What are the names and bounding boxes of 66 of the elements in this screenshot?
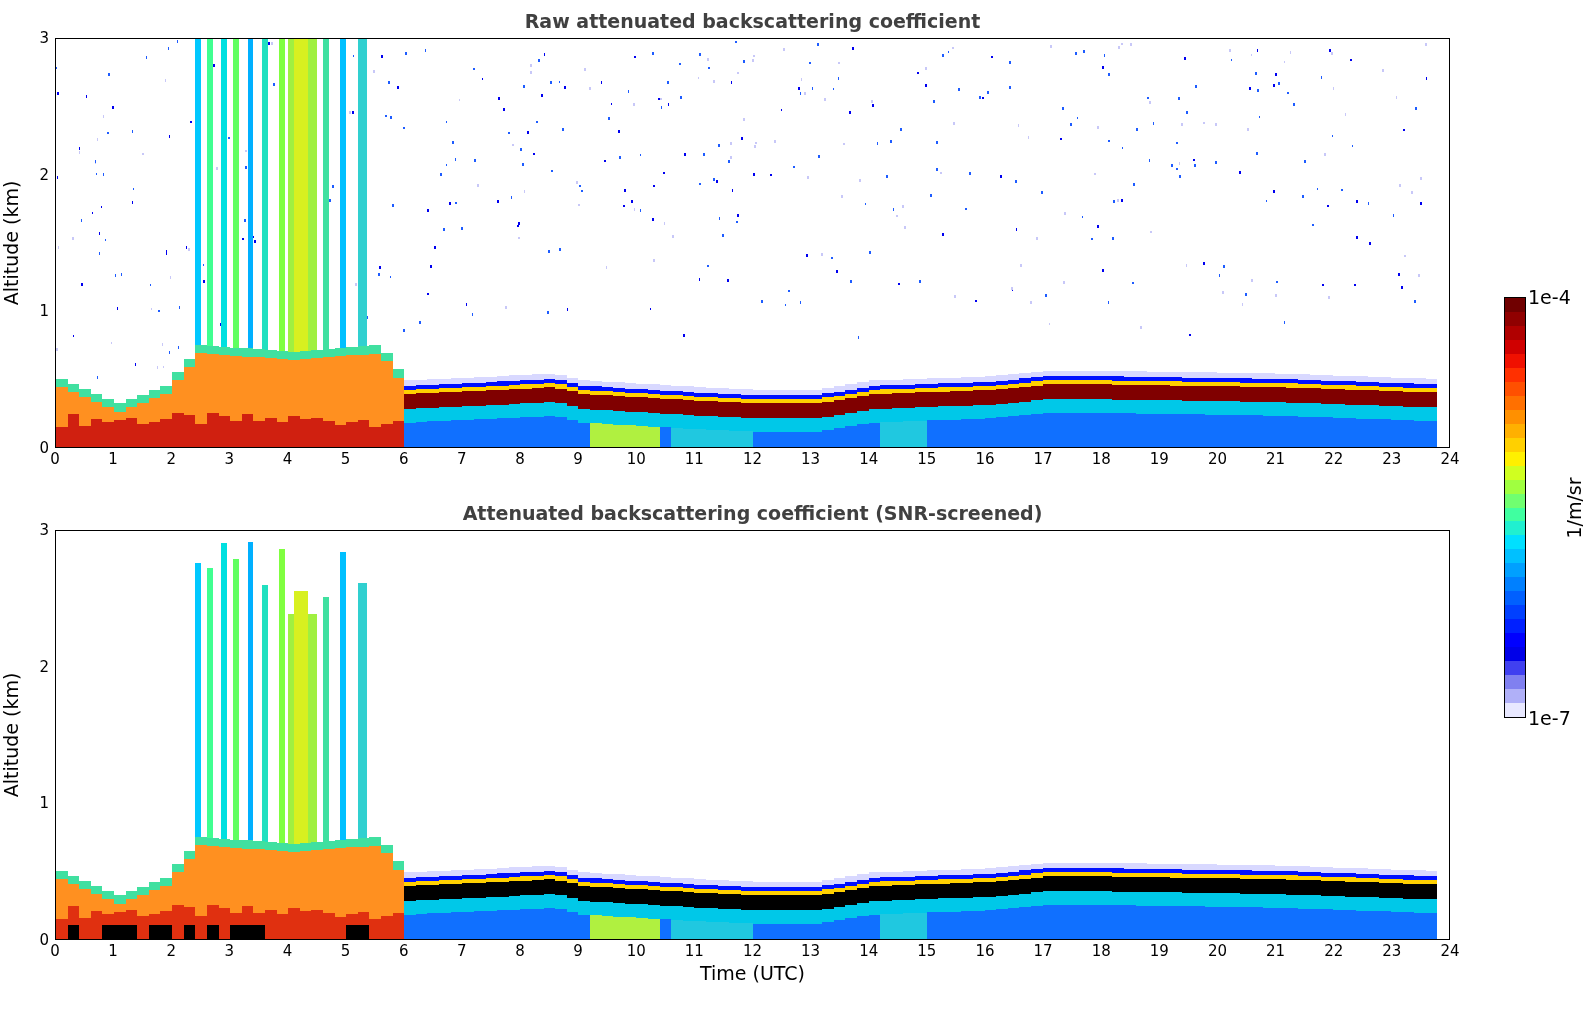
x-tick-label: 5 <box>340 451 351 467</box>
y-tick-label: 1 <box>39 303 49 320</box>
x-tick-label: 10 <box>626 451 646 467</box>
x-tick-label: 10 <box>626 943 646 959</box>
x-tick-label: 0 <box>50 943 60 959</box>
x-tick-label: 0 <box>50 451 60 467</box>
plot-title: Raw attenuated backscattering coefficient <box>523 9 982 34</box>
x-tick-label: 21 <box>1266 943 1286 959</box>
x-tick-label: 1 <box>108 451 118 467</box>
x-tick-label: 12 <box>742 451 763 467</box>
x-tick-label: 18 <box>1091 943 1111 959</box>
x-tick-label: 18 <box>1091 451 1111 467</box>
y-tick-label: 2 <box>39 658 49 675</box>
x-tick-label: 7 <box>457 943 467 959</box>
x-tick-label: 1 <box>108 943 118 959</box>
colorbar-label: 1/m/sr <box>1562 476 1585 539</box>
y-tick-label: 1 <box>39 795 49 812</box>
x-tick-label: 17 <box>1033 451 1053 467</box>
x-tick-label: 12 <box>742 943 763 959</box>
x-tick-label: 2 <box>166 943 176 959</box>
x-tick-label: 13 <box>801 451 821 467</box>
x-tick-label: 9 <box>573 451 583 467</box>
x-tick-label: 15 <box>917 451 937 467</box>
x-tick-label: 9 <box>573 943 583 959</box>
x-tick-label: 15 <box>917 943 937 959</box>
colorbar-max-label: 1e-4 <box>1528 286 1571 308</box>
y-tick-label: 3 <box>39 30 49 46</box>
x-tick-label: 17 <box>1033 943 1053 959</box>
x-tick-label: 3 <box>224 943 235 959</box>
x-tick-label: 13 <box>801 943 821 959</box>
y-axis-label: Altitude (km) <box>0 672 22 798</box>
x-tick-label: 20 <box>1207 451 1228 467</box>
x-tick-label: 4 <box>282 451 293 467</box>
x-tick-label: 8 <box>515 451 525 467</box>
x-tick-label: 23 <box>1382 451 1402 467</box>
x-tick-label: 16 <box>975 451 995 467</box>
x-tick-label: 14 <box>859 451 879 467</box>
x-tick-label: 16 <box>975 943 995 959</box>
x-tick-label: 24 <box>1440 451 1460 467</box>
x-tick-label: 21 <box>1266 451 1286 467</box>
x-tick-label: 6 <box>399 943 409 959</box>
x-tick-label: 4 <box>282 943 293 959</box>
x-tick-label: 2 <box>166 451 176 467</box>
x-tick-label: 23 <box>1382 943 1402 959</box>
x-tick-label: 5 <box>340 943 351 959</box>
x-tick-label: 22 <box>1324 943 1344 959</box>
x-tick-label: 11 <box>684 451 704 467</box>
x-tick-label: 14 <box>859 943 879 959</box>
x-tick-label: 7 <box>457 451 467 467</box>
y-axis-label: Altitude (km) <box>0 180 22 306</box>
x-tick-label: 22 <box>1324 451 1344 467</box>
x-tick-label: 6 <box>399 451 409 467</box>
x-tick-label: 24 <box>1440 943 1460 959</box>
x-axis-label: Time (UTC) <box>699 962 806 984</box>
y-tick-label: 0 <box>39 931 49 948</box>
x-tick-label: 8 <box>515 943 525 959</box>
y-tick-label: 2 <box>39 166 49 183</box>
y-tick-label: 3 <box>39 522 49 538</box>
x-tick-label: 19 <box>1149 451 1169 467</box>
x-tick-label: 19 <box>1149 943 1169 959</box>
colorbar-min-label: 1e-7 <box>1528 707 1571 729</box>
y-tick-label: 0 <box>39 439 49 456</box>
x-tick-label: 20 <box>1207 943 1228 959</box>
x-tick-label: 11 <box>684 943 704 959</box>
x-tick-label: 3 <box>224 451 235 467</box>
plot-title: Attenuated backscattering coefficient (SNR-screened) <box>461 501 1044 526</box>
